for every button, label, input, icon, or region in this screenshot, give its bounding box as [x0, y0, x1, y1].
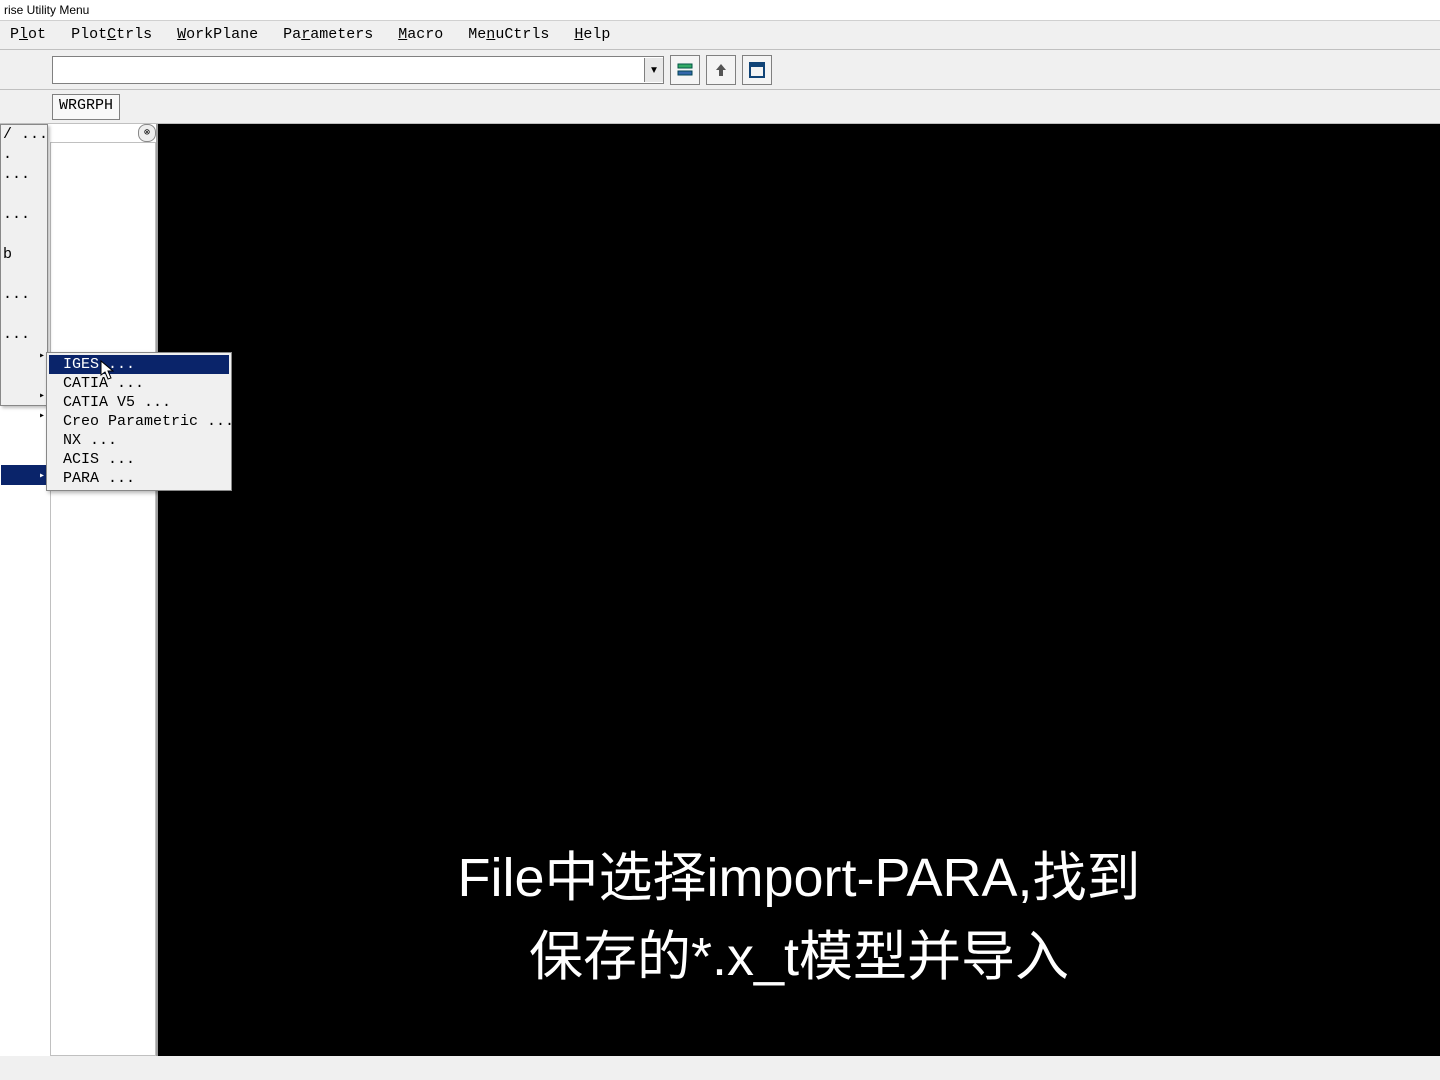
t: Me — [468, 26, 486, 43]
menu-help[interactable]: Help — [566, 21, 618, 49]
submenu-item-catia-v5[interactable]: CATIA V5 ... — [49, 393, 229, 412]
command-combo[interactable]: ▾ — [52, 56, 664, 84]
import-submenu: IGES ... CATIA ... CATIA V5 ... Creo Par… — [46, 352, 232, 491]
menu-macro[interactable]: Macro — [390, 21, 451, 49]
file-item — [1, 365, 47, 385]
window-icon — [748, 61, 766, 79]
file-item — [1, 505, 47, 525]
menu-bar: Plot PlotCtrls WorkPlane Parameters Macr… — [0, 21, 1440, 50]
file-item-sub[interactable] — [1, 345, 47, 365]
caption-line-1: File中选择import-PARA,找到 — [457, 839, 1140, 917]
file-item[interactable]: ... — [1, 325, 47, 345]
toolbar-secondary: WRGRPH — [0, 90, 1440, 124]
menu-parameters[interactable]: Parameters — [275, 21, 381, 49]
menu-plotctrls[interactable]: PlotCtrls — [63, 21, 160, 49]
t: Pa — [283, 26, 301, 43]
file-menu-column: / ... . ... ... b ... ... — [0, 124, 48, 406]
submenu-item-iges[interactable]: IGES ... — [49, 355, 229, 374]
file-item — [1, 185, 47, 205]
submenu-item-acis[interactable]: ACIS ... — [49, 450, 229, 469]
up-icon — [712, 61, 730, 79]
graphics-viewport[interactable]: File中选择import-PARA,找到 保存的*.x_t模型并导入 — [158, 124, 1440, 1056]
overlay-caption: File中选择import-PARA,找到 保存的*.x_t模型并导入 — [457, 839, 1140, 996]
u: r — [301, 26, 310, 43]
u: l — [19, 26, 28, 43]
file-item-import[interactable] — [1, 465, 47, 485]
file-item[interactable]: ... — [1, 165, 47, 185]
file-item — [1, 305, 47, 325]
submenu-item-catia[interactable]: CATIA ... — [49, 374, 229, 393]
file-item — [1, 225, 47, 245]
t: elp — [583, 26, 610, 43]
t: orkPlane — [186, 26, 258, 43]
u: W — [177, 26, 186, 43]
work-area: / ... . ... ... b ... ... IGES ... CATIA… — [0, 124, 1440, 1056]
wrgrph-button[interactable]: WRGRPH — [52, 94, 120, 120]
file-item — [1, 425, 47, 445]
file-item[interactable]: / ... — [1, 125, 47, 145]
collapse-icon[interactable]: ⊗ — [138, 124, 156, 142]
t: acro — [407, 26, 443, 43]
u: M — [398, 26, 407, 43]
toolbar-button-2[interactable] — [706, 55, 736, 85]
toolbar-button-1[interactable] — [670, 55, 700, 85]
menu-menuctrls[interactable]: MenuCtrls — [460, 21, 557, 49]
toolbar-main: ▾ — [0, 50, 1440, 90]
t: Plot — [71, 26, 107, 43]
t: P — [10, 26, 19, 43]
file-item[interactable] — [1, 525, 47, 545]
side-panel-body — [50, 142, 156, 1056]
t: trls — [116, 26, 152, 43]
command-input[interactable] — [53, 59, 644, 81]
chevron-down-icon: ▾ — [649, 60, 658, 79]
file-item[interactable]: . — [1, 145, 47, 165]
t: ameters — [310, 26, 373, 43]
t: uCtrls — [495, 26, 549, 43]
file-item — [1, 265, 47, 285]
file-item[interactable]: ... — [1, 285, 47, 305]
file-item-sub[interactable] — [1, 405, 47, 425]
u: H — [574, 26, 583, 43]
menu-workplane[interactable]: WorkPlane — [169, 21, 266, 49]
file-item[interactable]: ... — [1, 205, 47, 225]
file-item-sub[interactable] — [1, 385, 47, 405]
window-title: rise Utility Menu — [0, 0, 1440, 21]
caption-line-2: 保存的*.x_t模型并导入 — [457, 918, 1140, 996]
u: n — [486, 26, 495, 43]
file-item — [1, 445, 47, 465]
menu-plot[interactable]: Plot — [2, 21, 54, 49]
file-item[interactable]: b — [1, 245, 47, 265]
submenu-item-nx[interactable]: NX ... — [49, 431, 229, 450]
submenu-item-para[interactable]: PARA ... — [49, 469, 229, 488]
stack-icon — [676, 61, 694, 79]
u: C — [107, 26, 116, 43]
toolbar-button-3[interactable] — [742, 55, 772, 85]
combo-dropdown-button[interactable]: ▾ — [644, 58, 663, 82]
t: ot — [28, 26, 46, 43]
submenu-item-creo[interactable]: Creo Parametric ... — [49, 412, 229, 431]
file-item[interactable] — [1, 485, 47, 505]
